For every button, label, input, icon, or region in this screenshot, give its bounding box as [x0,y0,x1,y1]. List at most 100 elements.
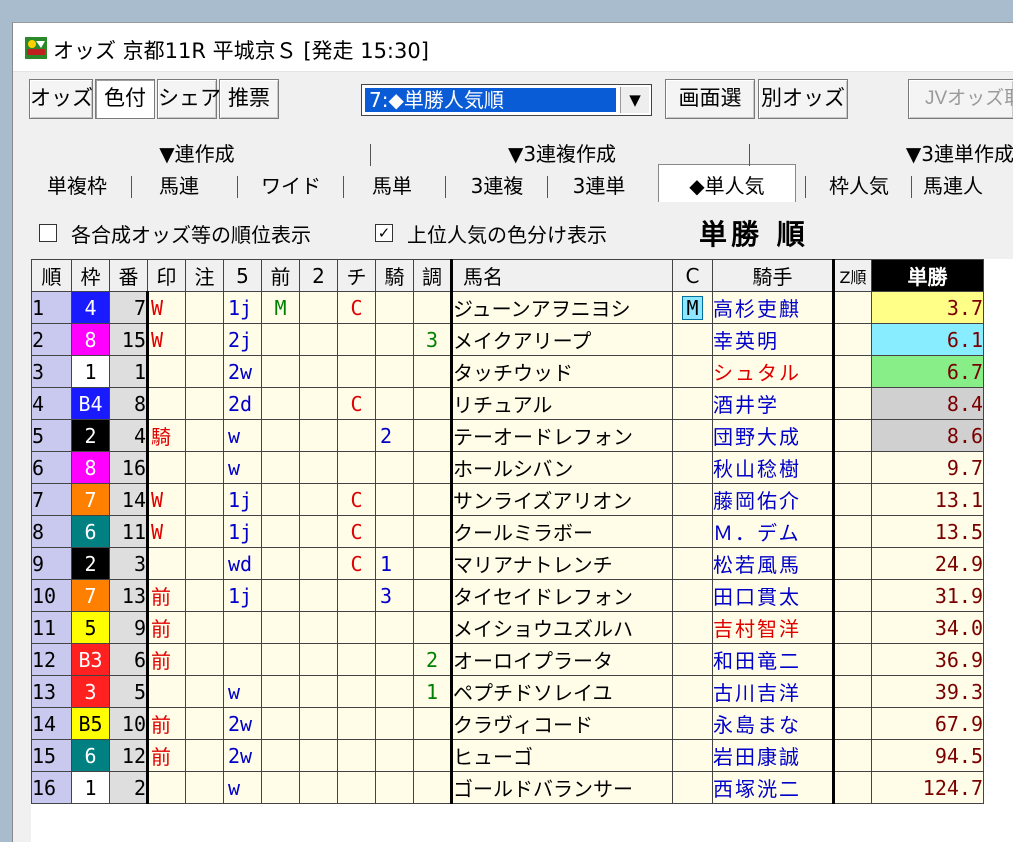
cell-mark: 前 [147,707,186,740]
rank-display-checkbox[interactable] [39,224,57,242]
cell-odds: 24.9 [871,547,984,580]
table-row[interactable]: 15 6 12 前 2w ヒューゴ 岩田康誠 94.5 [31,739,984,772]
view-select[interactable]: 7:◆単勝人気順 ▼ [361,84,652,116]
table-row[interactable]: 11 5 9 前 メイショウユズルハ 吉村智洋 34.0 [31,611,984,644]
cell-mae [261,579,300,612]
share-button[interactable]: シェア [157,79,221,119]
tab-quinella-popular[interactable]: 馬連人 [917,172,1013,200]
col-header-num[interactable]: 番 [109,259,148,292]
cell-ni [299,579,338,612]
table-row[interactable]: 5 2 4 騎 w 2 テーオードレフォン 団野大成 8.6 [31,419,984,452]
col-header-note[interactable]: 注 [185,259,224,292]
table-row[interactable]: 12 B3 6 前 2 オーロイプラータ 和田竜二 36.9 [31,643,984,676]
tab-win-popular[interactable]: ◆単人気 [659,172,795,200]
table-row[interactable]: 14 B5 10 前 2w クラヴィコード 永島まな 67.9 [31,707,984,740]
table-row[interactable]: 6 8 16 w ホールシバン 秋山稔樹 9.7 [31,451,984,484]
cell-chi: C [337,515,376,548]
col-header-mae[interactable]: 前 [261,259,300,292]
color-button[interactable]: 色付 [95,79,155,119]
cell-name[interactable]: サンライズアリオン [451,483,673,516]
col-header-c[interactable]: C [672,259,713,292]
table-row[interactable]: 1 4 7 W 1j M C ジューンアヲニヨシ M 高杉吏麒 3.7 [31,291,984,324]
cell-name[interactable]: クールミラボー [451,515,673,548]
col-header-rank[interactable]: 順 [31,259,72,292]
tab-win-place-frame[interactable]: 単複枠 [27,172,127,200]
cell-c [672,579,713,612]
col-header-mark[interactable]: 印 [147,259,186,292]
cell-z [833,291,872,324]
cell-ki [375,323,414,356]
col-header-cho[interactable]: 調 [413,259,453,292]
cell-num: 16 [109,451,149,484]
cell-name[interactable]: ヒューゴ [451,739,673,772]
cell-name[interactable]: ホールシバン [451,451,673,484]
cell-ni [299,387,338,420]
cell-name[interactable]: テーオードレフォン [451,419,673,452]
screen-select-button[interactable]: 画面選 [665,79,755,119]
col-header-jockey[interactable]: 騎手 [712,259,835,292]
dropdown-arrow-icon[interactable]: ▼ [620,87,649,113]
cell-mark: W [147,291,186,324]
table-row[interactable]: 2 8 15 W 2j 3 メイクアリープ 幸英明 6.1 [31,323,984,356]
cell-name[interactable]: ペプチドソレイユ [451,675,673,708]
table-row[interactable]: 9 2 3 wd C 1 マリアナトレンチ 松若風馬 24.9 [31,547,984,580]
tab-wide[interactable]: ワイド [241,172,341,200]
cell-name[interactable]: マリアナトレンチ [451,547,673,580]
cell-odds: 124.7 [871,771,984,804]
cell-name[interactable]: オーロイプラータ [451,643,673,676]
cell-name[interactable]: クラヴィコード [451,707,673,740]
cell-name[interactable]: リチュアル [451,387,673,420]
jv-odds-button[interactable]: JVオッズ取 [908,79,1013,119]
cell-odds: 9.7 [871,451,984,484]
cell-cho [413,419,453,452]
col-header-chi[interactable]: チ [337,259,376,292]
tab-exacta[interactable]: 馬単 [347,172,437,200]
cell-name[interactable]: メイクアリープ [451,323,673,356]
color-top-checkbox[interactable]: ✓ [375,224,393,242]
odds-button[interactable]: オッズ [29,79,93,119]
cell-note [185,291,224,324]
cell-waku: 1 [71,771,110,804]
table-row[interactable]: 8 6 11 W 1j C クールミラボー Ｍ．デム 13.5 [31,515,984,548]
cell-z [833,355,872,388]
cell-z [833,451,872,484]
cell-rank: 10 [31,579,72,612]
table-row[interactable]: 10 7 13 前 1j 3 タイセイドレフォン 田口貫太 31.9 [31,579,984,612]
tab-trio-build[interactable]: ▼3連複作成 [377,140,747,168]
cell-c [672,707,713,740]
cell-jockey: 秋山稔樹 [712,451,835,484]
tab-quinella[interactable]: 馬連 [135,172,223,200]
table-row[interactable]: 13 3 5 w 1 ペプチドソレイユ 古川吉洋 39.3 [31,675,984,708]
cell-name[interactable]: タッチウッド [451,355,673,388]
col-header-odds[interactable]: 単勝 [871,259,984,292]
tab-trifecta-build[interactable]: ▼3連単作成 [757,140,1013,168]
cell-odds: 36.9 [871,643,984,676]
col-header-ki[interactable]: 騎 [375,259,414,292]
cell-name[interactable]: タイセイドレフォン [451,579,673,612]
cell-name[interactable]: ジューンアヲニヨシ [451,291,673,324]
cell-z [833,739,872,772]
cell-name[interactable]: メイショウユズルハ [451,611,673,644]
col-header-waku[interactable]: 枠 [71,259,110,292]
col-header-z[interactable]: Z順 [833,259,872,292]
table-row[interactable]: 4 B4 8 2d C リチュアル 酒井学 8.4 [31,387,984,420]
vote-button[interactable]: 推票 [219,79,279,119]
tab-trifecta[interactable]: 3連単 [551,172,647,200]
tab-combo-build[interactable]: ▼連作成 [27,140,367,168]
col-header-name[interactable]: 馬名 [451,259,673,292]
cell-note [185,387,224,420]
cell-rank: 3 [31,355,72,388]
table-row[interactable]: 16 1 2 w ゴールドバランサー 西塚洸二 124.7 [31,771,984,804]
col-header-ni[interactable]: 2 [299,259,338,292]
tab-trio[interactable]: 3連複 [451,172,543,200]
table-row[interactable]: 7 7 14 W 1j C サンライズアリオン 藤岡佑介 13.1 [31,483,984,516]
tab-frame-popular[interactable]: 枠人気 [811,172,907,200]
other-odds-button[interactable]: 別オッズ [758,79,848,119]
cell-mae [261,387,300,420]
cell-waku: 4 [71,291,110,324]
cell-name[interactable]: ゴールドバランサー [451,771,673,804]
cell-mae [261,419,300,452]
cell-jockey: 岩田康誠 [712,739,835,772]
col-header-five[interactable]: 5 [223,259,262,292]
table-row[interactable]: 3 1 1 2w タッチウッド シュタル 6.7 [31,355,984,388]
